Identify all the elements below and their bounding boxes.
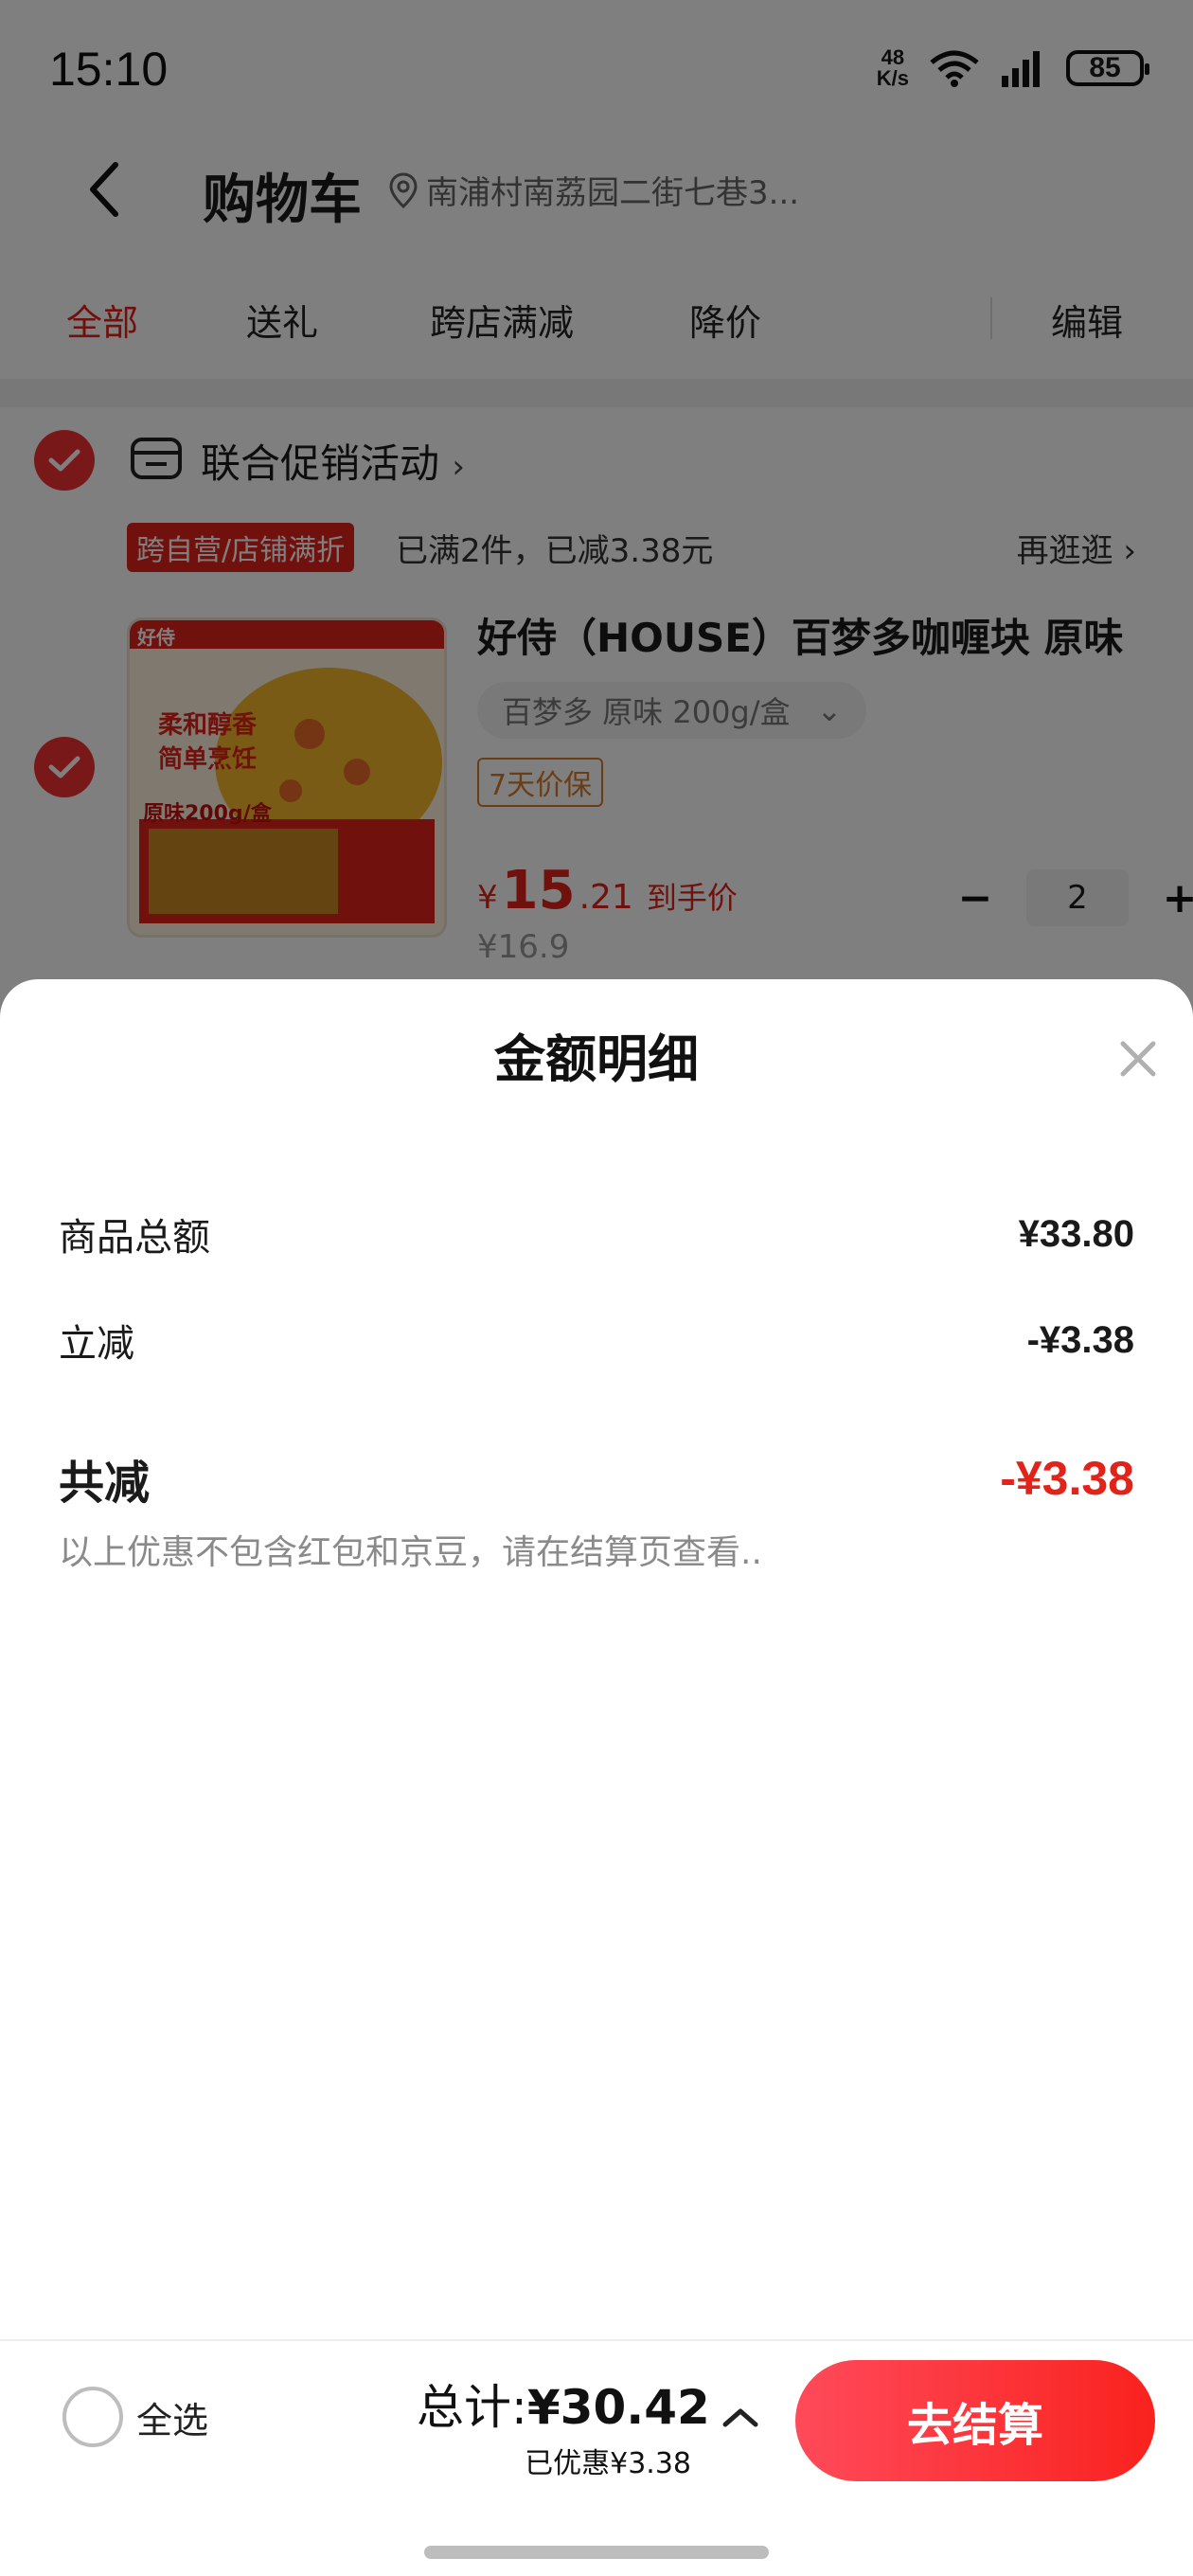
saved-amount: 已优惠¥3.38 [525,2447,691,2480]
total-amount: 总计:¥30.42 [417,2380,710,2435]
select-all-label: 全选 [136,2399,209,2442]
close-icon [1120,1041,1156,1077]
chevron-up-icon [722,2408,758,2427]
home-indicator[interactable] [424,2546,769,2559]
goods-total-row: 商品总额 ¥33.80 [59,1207,1134,1261]
total-discount-row: 共减 -¥3.38 [59,1445,1134,1512]
instant-discount-value: -¥3.38 [1026,1318,1134,1361]
total-summary[interactable]: 总计:¥30.42 已优惠¥3.38 [417,2370,710,2481]
instant-discount-label: 立减 [59,1322,134,1366]
discount-note: 以上优惠不包含红包和京豆，请在结算页查看.. [59,1533,762,1572]
close-button[interactable] [1112,1032,1165,1085]
sheet-title: 金额明细 [494,1029,699,1089]
checkout-bar: 全选 总计:¥30.42 已优惠¥3.38 去结算 [0,2339,1193,2576]
amount-detail-sheet: 金额明细 商品总额 ¥33.80 立减 -¥3.38 共减 -¥3.38 以上优… [0,979,1193,2576]
total-discount-label: 共减 [59,1457,151,1510]
select-all-toggle[interactable]: 全选 [62,2387,208,2447]
checkout-button[interactable]: 去结算 [795,2360,1155,2481]
total-discount-value: -¥3.38 [1000,1452,1134,1505]
goods-total-value: ¥33.80 [1018,1212,1134,1255]
detail-toggle-button[interactable] [718,2394,763,2440]
goods-total-label: 商品总额 [59,1216,210,1260]
instant-discount-row: 立减 -¥3.38 [59,1313,1134,1368]
select-all-radio[interactable] [62,2387,123,2447]
